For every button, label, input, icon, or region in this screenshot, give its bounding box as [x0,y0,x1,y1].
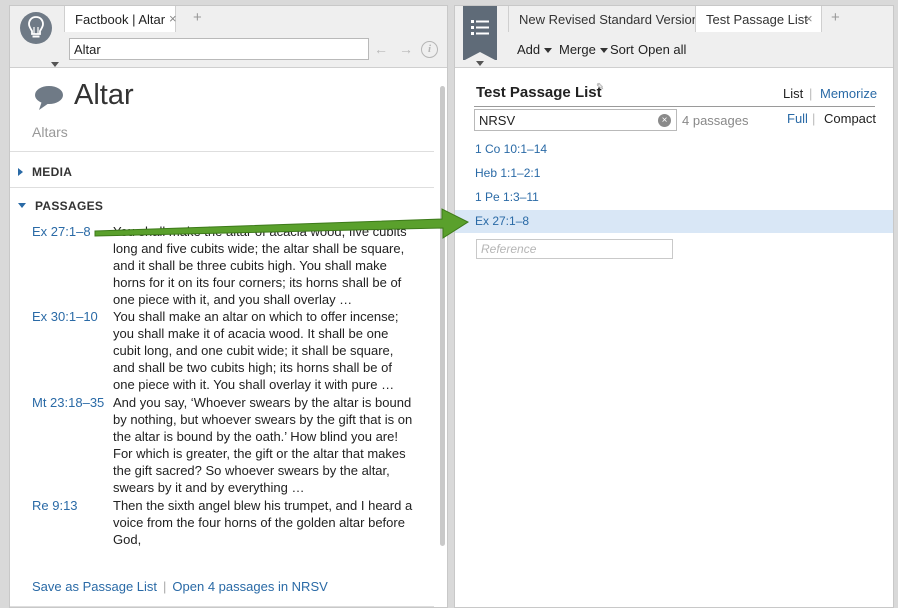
factbook-header: Factbook | Altar × + ← → i [10,6,447,68]
tab-test-passage-list[interactable]: Test Passage List [695,6,822,32]
passage-line: one piece with it. You shall overlay it … [113,377,395,392]
clear-icon[interactable]: × [658,114,671,127]
reference-input[interactable] [476,239,673,259]
back-arrow-icon[interactable]: ← [374,41,388,57]
speech-bubble-icon [35,86,63,110]
list-icon [471,20,489,35]
info-icon[interactable]: i [421,41,438,58]
passage-list-item-selected[interactable]: Ex 27:1–8 [455,210,893,233]
title-rule [474,106,875,107]
close-icon[interactable]: × [169,11,177,26]
article-subtitle: Altars [32,124,68,140]
divider [10,151,434,152]
compact-view-button[interactable]: Compact [824,111,876,126]
add-label: Add [517,42,541,57]
passage-line: Then the sixth angel blew his trumpet, a… [113,498,413,513]
passage-line: the altar is bound by the oath.’ How bli… [113,429,398,444]
section-media-label: MEDIA [32,165,73,179]
factbook-search-input[interactable] [69,38,369,60]
tab-nrsv[interactable]: New Revised Standard Version [508,6,709,32]
passage-line: the gift sacred? So whoever swears by th… [113,463,390,478]
divider [10,606,434,607]
passage-line: cubit long, and one cubit wide; it shall… [113,343,394,358]
version-input[interactable] [474,109,677,131]
ribbon-notch [463,52,497,61]
full-view-button[interactable]: Full [787,111,808,126]
section-media[interactable]: MEDIA [18,165,72,179]
view-memorize-button[interactable]: Memorize [820,86,877,101]
passage-line: voice from the four horns of the golden … [113,515,405,530]
collapse-triangle-icon [18,203,26,209]
merge-button[interactable]: Merge [559,42,608,57]
passage-reference-link[interactable]: Mt 23:18–35 [32,394,112,411]
passage-text: Then the sixth angel blew his trumpet, a… [113,497,428,548]
section-passages[interactable]: PASSAGES [18,199,103,213]
view-list-button[interactable]: List [783,86,803,101]
passage-line: you shall make it of acacia wood. It sha… [113,326,389,341]
passage-list-header: New Revised Standard Version Test Passag… [455,6,893,68]
passage-line: swears by it and by everything … [113,480,305,495]
passage-text: You shall make an altar on which to offe… [113,308,428,393]
passage-line: and shall be two cubits high; its horns … [113,360,392,375]
passage-reference-link[interactable]: Ex 30:1–10 [32,308,112,325]
divider [10,187,434,188]
open-passages-link[interactable]: Open 4 passages in NRSV [172,579,327,594]
close-icon[interactable]: × [805,11,813,26]
passage-line: long and five cubits wide; the altar sha… [113,241,405,256]
expand-triangle-icon [18,167,23,176]
merge-label: Merge [559,42,596,57]
passage-count: 4 passages [682,113,749,128]
separator: | [809,86,813,101]
chevron-down-icon [476,61,484,66]
passage-line: one piece with it, and you shall overlay… [113,292,353,307]
passage-line: and it shall be three cubits high. You s… [113,258,387,273]
scrollbar[interactable] [440,86,445,546]
edit-pencil-icon[interactable]: ✎ [596,82,604,93]
open-all-button[interactable]: Open all [638,42,686,57]
article-title: Altar [74,79,134,111]
add-button[interactable]: Add [517,42,553,57]
footer-links: Save as Passage List | Open 4 passages in … [32,579,328,594]
passage-line: You shall make an altar on which to offe… [113,309,399,324]
passage-text: You shall make the altar of acacia wood,… [113,223,428,308]
passage-list-panel: New Revised Standard Version Test Passag… [454,5,894,608]
lightbulb-icon [20,12,52,44]
passage-line: For which is greater, the gift or the al… [113,446,406,461]
separator: | [163,579,167,594]
tab-label: Factbook | Altar [75,12,166,27]
add-tab-icon[interactable]: + [193,9,202,26]
passage-reference-link[interactable]: Ex 27:1–8 [32,223,112,240]
section-passages-label: PASSAGES [35,199,104,213]
factbook-menu-button[interactable] [20,12,59,67]
sort-button[interactable]: Sort [610,42,634,57]
passage-list-item[interactable]: Heb 1:1–2:1 [455,162,893,185]
passage-reference-link[interactable]: Re 9:13 [32,497,112,514]
add-tab-icon[interactable]: + [831,9,840,26]
chevron-down-icon [599,48,608,54]
passage-line: And you say, ‘Whoever swears by the alta… [113,395,412,410]
passage-line: You shall make the altar of acacia wood,… [113,224,407,239]
save-as-passage-list-link[interactable]: Save as Passage List [32,579,157,594]
separator: | [812,111,816,126]
passage-line: horns for it on its four corners; its ho… [113,275,402,290]
factbook-content: Altar Altars MEDIA PASSAGES Ex 27:1–8 Yo… [10,69,438,607]
passage-list-item[interactable]: 1 Pe 1:3–11 [455,186,893,209]
chevron-down-icon [51,62,59,67]
chevron-down-icon [544,48,553,54]
tab-factbook-altar[interactable]: Factbook | Altar [64,6,177,32]
tab-label: Test Passage List [706,12,808,27]
passage-list-item[interactable]: 1 Co 10:1–14 [455,138,893,161]
passage-line: by nothing, but whoever swears by the gi… [113,412,413,427]
passage-list-title: Test Passage List [476,84,602,101]
passage-line: God, [113,532,142,547]
factbook-panel: Factbook | Altar × + ← → i Altar Altars … [9,5,448,608]
passage-text: And you say, ‘Whoever swears by the alta… [113,394,428,496]
tab-label: New Revised Standard Version [519,12,699,27]
forward-arrow-icon[interactable]: → [399,41,413,57]
